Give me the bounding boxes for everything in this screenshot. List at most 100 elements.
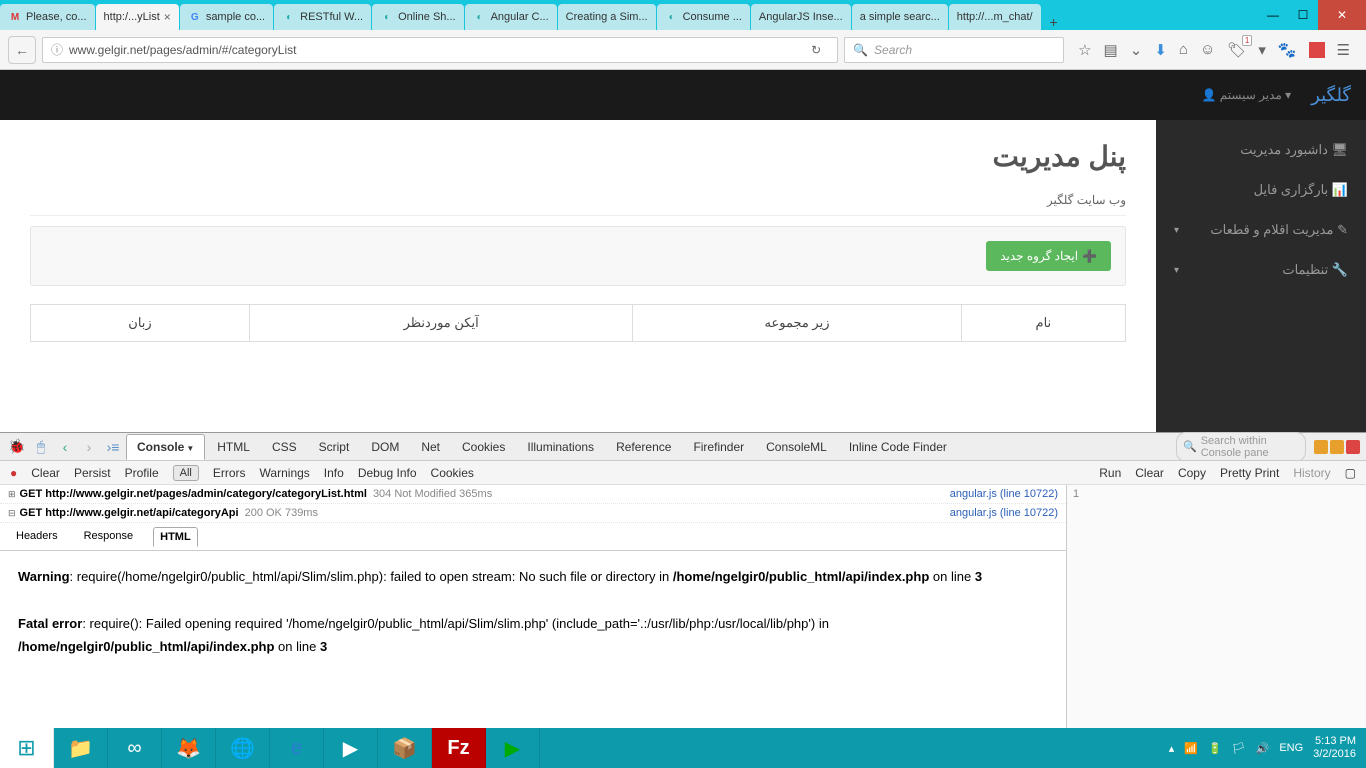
explorer-icon[interactable]: 📁 <box>54 728 108 768</box>
tab-current[interactable]: http:/...yList× <box>96 4 179 30</box>
tab-gmail[interactable]: MPlease, co... <box>0 4 95 30</box>
minimize-button[interactable]: — <box>1258 0 1288 30</box>
filter-debug[interactable]: Debug Info <box>358 466 417 480</box>
wifi-icon[interactable]: 📶 <box>1184 742 1198 755</box>
box-icon[interactable]: 📦 <box>378 728 432 768</box>
badge-icon[interactable]: 🏷1 <box>1227 41 1246 59</box>
download-icon[interactable]: ⬇ <box>1154 41 1167 59</box>
forward-icon[interactable]: › <box>78 439 100 455</box>
source-link[interactable]: angular.js (line 10722) <box>950 488 1058 500</box>
home-icon[interactable]: ⌂ <box>1179 41 1188 58</box>
smile-icon[interactable]: ☺ <box>1200 41 1215 58</box>
chrome-icon[interactable]: 🌐 <box>216 728 270 768</box>
sidebar-item-items[interactable]: ✎ مدیریت اقلام و قطعات▾ <box>1156 210 1366 250</box>
filter-warnings[interactable]: Warnings <box>260 466 310 480</box>
tab-online[interactable]: ◐Online Sh... <box>372 4 463 30</box>
tab-net[interactable]: Net <box>411 435 450 459</box>
tab-cookies[interactable]: Cookies <box>452 435 515 459</box>
tab-firefinder[interactable]: Firefinder <box>683 435 754 459</box>
user-menu[interactable]: ▾ مدیر سیستم 👤 <box>1202 88 1292 102</box>
menu-icon[interactable]: ☰ <box>1337 41 1350 59</box>
bookmark-icon[interactable]: ☆ <box>1078 41 1091 59</box>
back-button[interactable]: ← <box>8 36 36 64</box>
maximize-button[interactable]: ☐ <box>1288 0 1318 30</box>
filter-info[interactable]: Info <box>324 466 344 480</box>
tab-google[interactable]: Gsample co... <box>180 4 273 30</box>
sidebar-item-upload[interactable]: 📊 بارگزاری فایل <box>1156 170 1366 210</box>
dt-close-button[interactable] <box>1346 440 1360 454</box>
inspect-icon[interactable]: 🖱 <box>30 438 52 455</box>
subtab-headers[interactable]: Headers <box>10 527 64 546</box>
cmd-icon[interactable]: ›≡ <box>102 439 124 455</box>
brand-logo[interactable]: گلگیر <box>1311 85 1351 106</box>
new-group-button[interactable]: ➕ایجاد گروه جدید <box>986 241 1111 271</box>
expand-icon[interactable]: ⊞ <box>8 489 16 500</box>
clock[interactable]: 5:13 PM 3/2/2016 <box>1313 735 1356 761</box>
copy-button[interactable]: Copy <box>1178 466 1206 480</box>
clear-button[interactable]: Clear <box>31 466 60 480</box>
tray-up-icon[interactable]: ▴ <box>1169 742 1175 755</box>
dt-min-button[interactable] <box>1314 440 1328 454</box>
history-button[interactable]: History <box>1293 466 1330 480</box>
log-entry[interactable]: ⊞ GET http://www.gelgir.net/pages/admin/… <box>0 485 1066 504</box>
tray-icon[interactable]: 🔋 <box>1208 742 1222 755</box>
subtab-html[interactable]: HTML <box>153 527 198 547</box>
filter-errors[interactable]: Errors <box>213 466 246 480</box>
tab-creating[interactable]: Creating a Sim... <box>558 4 656 30</box>
filezilla-icon[interactable]: Fz <box>432 728 486 768</box>
back-icon[interactable]: ‹ <box>54 439 76 455</box>
console-input-panel[interactable]: 1 <box>1066 485 1366 728</box>
tab-dom[interactable]: DOM <box>361 435 409 459</box>
sidebar-item-settings[interactable]: 🔧 تنظیمات▾ <box>1156 250 1366 290</box>
reader-icon[interactable]: ▤ <box>1104 41 1118 59</box>
tab-angularjs[interactable]: AngularJS Inse... <box>751 4 851 30</box>
dropdown-icon[interactable]: ▾ <box>1258 41 1266 59</box>
tab-consume[interactable]: ◐Consume ... <box>657 4 750 30</box>
sidebar-item-dashboard[interactable]: 🖥 داشبورد مدیریت <box>1156 130 1366 170</box>
pocket-icon[interactable]: ⌄ <box>1130 41 1143 59</box>
source-link[interactable]: angular.js (line 10722) <box>950 507 1058 519</box>
volume-icon[interactable]: 🔊 <box>1256 742 1270 755</box>
pretty-button[interactable]: Pretty Print <box>1220 466 1279 480</box>
filter-all[interactable]: All <box>173 465 199 481</box>
lang-indicator[interactable]: ENG <box>1279 742 1303 754</box>
tab-chat[interactable]: http://...m_chat/ <box>949 4 1041 30</box>
tab-consoleml[interactable]: ConsoleML <box>756 435 837 459</box>
firebug-icon[interactable]: 🐞 <box>6 438 28 455</box>
log-entry[interactable]: ⊟ GET http://www.gelgir.net/api/category… <box>0 504 1066 523</box>
close-button[interactable]: ✕ <box>1318 0 1366 30</box>
start-button[interactable]: ⊞ <box>0 728 54 768</box>
profile-button[interactable]: Profile <box>125 466 159 480</box>
tab-restful[interactable]: ◐RESTful W... <box>274 4 371 30</box>
run-button[interactable]: Run <box>1099 466 1121 480</box>
paw-icon[interactable]: 🐾 <box>1278 41 1297 59</box>
ie-icon[interactable]: e <box>270 728 324 768</box>
close-icon[interactable]: × <box>164 10 171 24</box>
clear2-button[interactable]: Clear <box>1135 466 1164 480</box>
reload-icon[interactable]: ↻ <box>803 43 829 57</box>
search-input[interactable]: 🔍 Search <box>844 37 1064 63</box>
firefox-icon[interactable]: 🦊 <box>162 728 216 768</box>
tab-html[interactable]: HTML <box>207 435 260 459</box>
visualstudio-icon[interactable]: ∞ <box>108 728 162 768</box>
new-tab-button[interactable]: + <box>1042 14 1066 30</box>
tray-icon[interactable]: 🏳 <box>1232 742 1246 755</box>
app-icon[interactable]: ▶ <box>324 728 378 768</box>
collapse-icon[interactable]: ⊟ <box>8 508 16 519</box>
tab-reference[interactable]: Reference <box>606 435 681 459</box>
play-icon[interactable]: ▶ <box>486 728 540 768</box>
bp-icon[interactable]: ● <box>10 466 17 480</box>
tab-console[interactable]: Console▼ <box>126 434 205 460</box>
tab-inline[interactable]: Inline Code Finder <box>839 435 957 459</box>
persist-button[interactable]: Persist <box>74 466 111 480</box>
tab-script[interactable]: Script <box>309 435 360 459</box>
filter-cookies[interactable]: Cookies <box>431 466 474 480</box>
tab-angular[interactable]: ◐Angular C... <box>465 4 557 30</box>
tab-search[interactable]: a simple searc... <box>852 4 948 30</box>
collapse-icon[interactable]: ▢ <box>1345 466 1356 480</box>
devtools-search[interactable]: 🔍Search within Console pane <box>1176 432 1306 462</box>
addon-icon[interactable] <box>1309 42 1325 58</box>
url-input[interactable]: ⓘ www.gelgir.net/pages/admin/#/categoryL… <box>42 37 838 63</box>
dt-pop-button[interactable] <box>1330 440 1344 454</box>
tab-illuminations[interactable]: Illuminations <box>517 435 604 459</box>
